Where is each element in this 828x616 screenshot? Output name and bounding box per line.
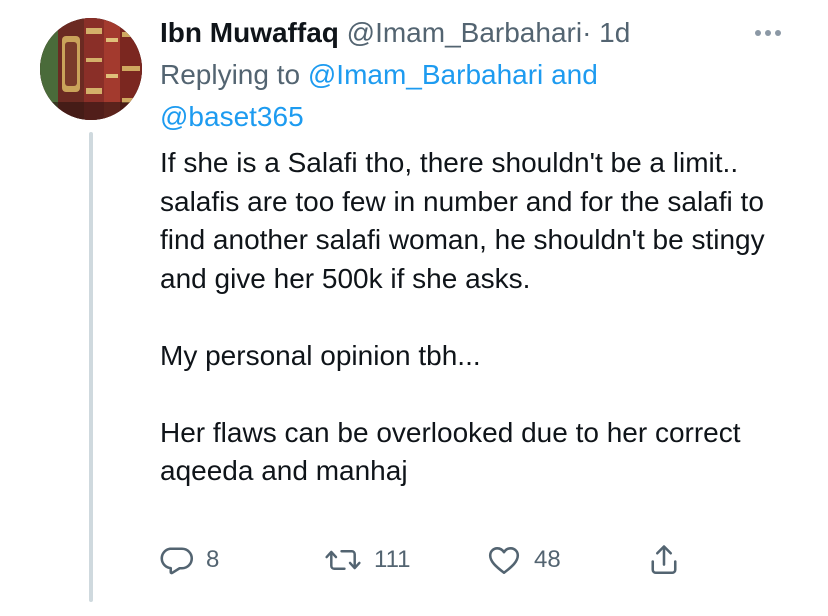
bookshelf-avatar-image [40,18,142,120]
tweet-paragraph: If she is a Salafi tho, there shouldn't … [160,147,765,294]
heart-icon [486,542,522,578]
like-button[interactable]: 48 [486,538,561,582]
like-count: 48 [534,546,561,573]
retweet-icon [324,542,362,578]
tweet-body: If she is a Salafi tho, there shouldn't … [160,144,800,491]
reply-button[interactable]: 8 [158,538,219,582]
author-handle[interactable]: @Imam_Barbahari [347,17,582,48]
retweet-button[interactable]: 111 [324,538,410,582]
mention-link[interactable]: @Imam_Barbahari [308,59,543,90]
replying-and: and [551,59,598,90]
more-options-icon[interactable] [748,20,788,46]
avatar[interactable] [40,18,142,120]
share-button[interactable] [646,538,682,582]
author-name[interactable]: Ibn Muwaffaq [160,17,339,48]
comment-icon [158,542,194,578]
share-icon [646,542,682,578]
retweet-count: 111 [374,546,411,573]
replying-prefix: Replying to [160,59,301,90]
tweet-paragraph: Her flaws can be overlooked due to her c… [160,416,741,487]
tweet-paragraph: My personal opinion tbh... [160,339,481,371]
replying-to: Replying to @Imam_Barbahari and @baset36… [160,54,760,138]
tweet-header: Ibn Muwaffaq @Imam_Barbahari· 1d [160,14,630,52]
separator-dot: · [582,17,592,48]
tweet-time[interactable]: 1d [599,17,630,48]
reply-count: 8 [206,546,220,573]
mention-link[interactable]: @baset365 [160,101,304,132]
tweet-actions: 8 111 48 [0,538,828,582]
thread-line [89,132,93,602]
